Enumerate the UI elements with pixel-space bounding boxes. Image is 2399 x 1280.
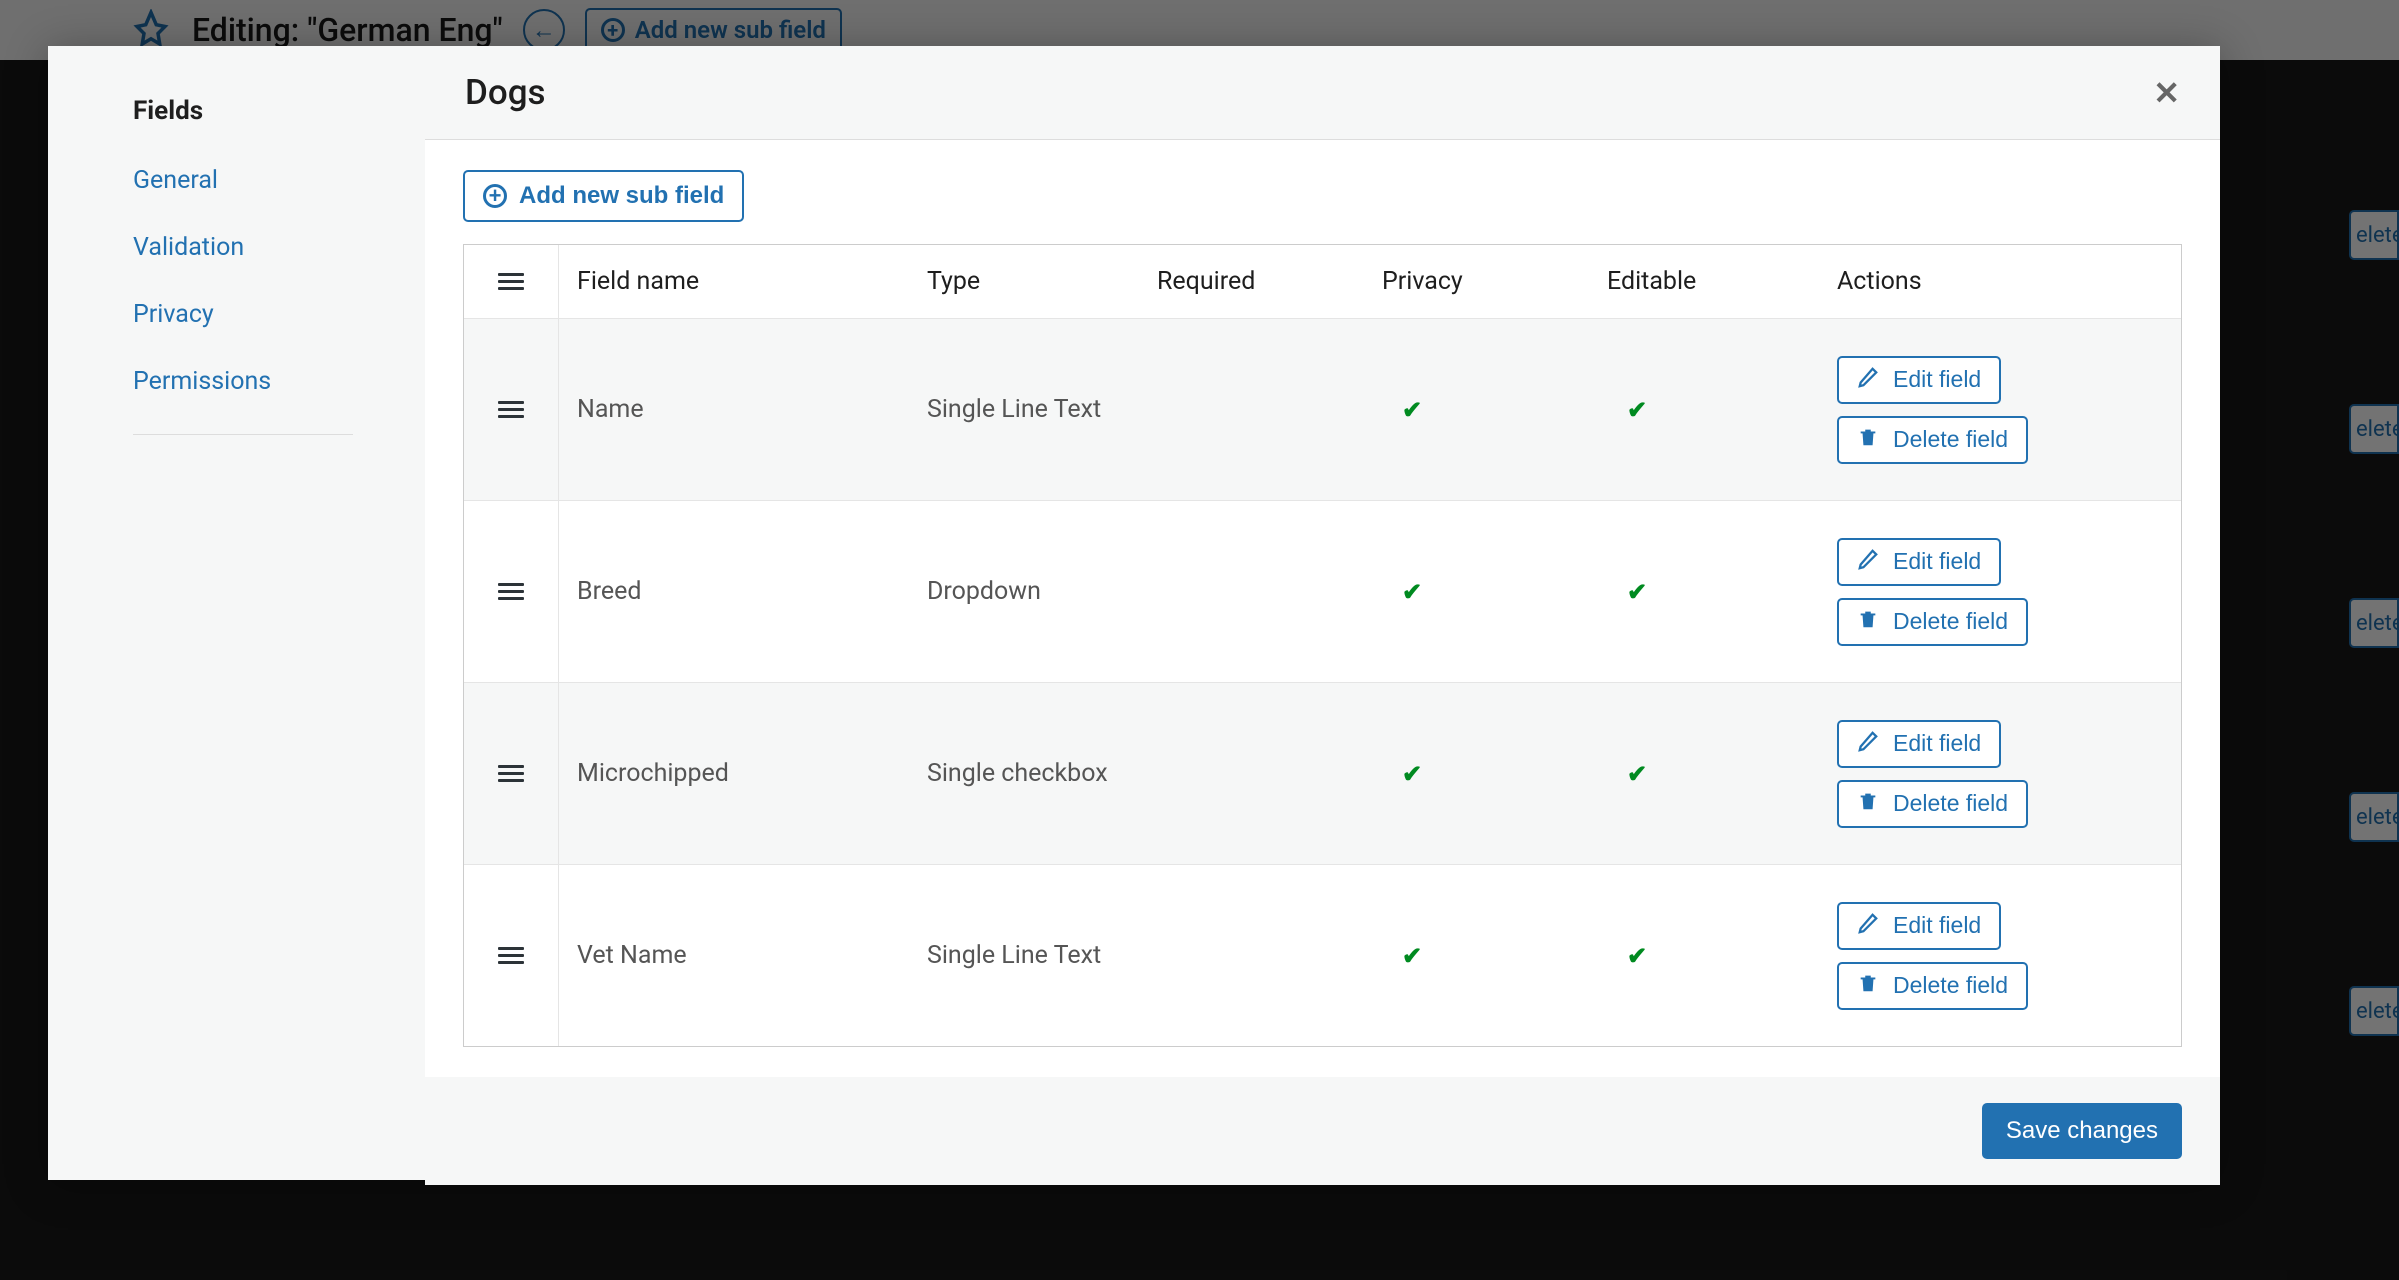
cell-required: [1139, 392, 1364, 428]
check-icon: ✔: [1627, 578, 1801, 606]
sidebar-link-general[interactable]: General: [133, 166, 218, 195]
cell-actions: Edit field Delete field: [1819, 702, 2181, 846]
cell-required: [1139, 938, 1364, 974]
sidebar-link-privacy[interactable]: Privacy: [133, 300, 214, 329]
header-type: Type: [909, 245, 1139, 318]
pencil-icon: [1857, 730, 1879, 758]
edit-field-label: Edit field: [1893, 548, 1981, 575]
cell-editable: ✔: [1589, 378, 1819, 442]
cell-editable: ✔: [1589, 560, 1819, 624]
pencil-icon: [1857, 548, 1879, 576]
cell-actions: Edit field Delete field: [1819, 338, 2181, 482]
cell-field-name: Breed: [559, 559, 909, 624]
header-drag-col: [464, 245, 559, 318]
edit-field-button[interactable]: Edit field: [1837, 356, 2001, 404]
check-icon: ✔: [1402, 942, 1571, 970]
sidebar: Fields General Validation Privacy Permis…: [48, 46, 425, 1180]
edit-field-label: Edit field: [1893, 912, 1981, 939]
cell-editable: ✔: [1589, 742, 1819, 806]
drag-handle[interactable]: [464, 683, 559, 864]
check-icon: ✔: [1627, 942, 1801, 970]
check-icon: ✔: [1402, 578, 1571, 606]
trash-icon: [1857, 608, 1879, 636]
sidebar-link-permissions[interactable]: Permissions: [133, 367, 271, 396]
cell-field-name: Name: [559, 377, 909, 442]
cell-editable: ✔: [1589, 924, 1819, 988]
cell-field-name: Vet Name: [559, 923, 909, 988]
modal-footer: Save changes: [425, 1077, 2220, 1185]
content-area: + Add new sub field Field name Type Requ…: [425, 140, 2220, 1077]
header-privacy: Privacy: [1364, 245, 1589, 318]
hamburger-icon: [498, 583, 524, 600]
modal-header: Dogs ✕: [425, 46, 2220, 140]
cell-privacy: ✔: [1364, 924, 1589, 988]
cell-type: Single Line Text: [909, 923, 1139, 988]
modal-title: Dogs: [465, 72, 546, 113]
close-icon: ✕: [2153, 75, 2180, 111]
main-panel: Dogs ✕ + Add new sub field Field name Ty…: [425, 46, 2220, 1180]
add-sub-field-label: Add new sub field: [519, 182, 724, 210]
delete-field-button[interactable]: Delete field: [1837, 962, 2028, 1010]
delete-field-button[interactable]: Delete field: [1837, 416, 2028, 464]
delete-field-label: Delete field: [1893, 426, 2008, 453]
drag-handle[interactable]: [464, 865, 559, 1046]
hamburger-icon: [498, 401, 524, 418]
add-sub-field-button[interactable]: + Add new sub field: [463, 170, 744, 222]
cell-actions: Edit field Delete field: [1819, 884, 2181, 1028]
table-row: Vet Name Single Line Text ✔ ✔ Edit field…: [464, 864, 2181, 1046]
cell-privacy: ✔: [1364, 378, 1589, 442]
hamburger-icon: [498, 947, 524, 964]
fields-table: Field name Type Required Privacy Editabl…: [463, 244, 2182, 1047]
delete-field-label: Delete field: [1893, 608, 2008, 635]
trash-icon: [1857, 790, 1879, 818]
drag-handle[interactable]: [464, 319, 559, 500]
drag-handle[interactable]: [464, 501, 559, 682]
hamburger-icon: [498, 765, 524, 782]
trash-icon: [1857, 426, 1879, 454]
sidebar-heading: Fields: [80, 96, 395, 126]
cell-privacy: ✔: [1364, 560, 1589, 624]
delete-field-label: Delete field: [1893, 790, 2008, 817]
table-row: Microchipped Single checkbox ✔ ✔ Edit fi…: [464, 682, 2181, 864]
plus-circle-icon: +: [483, 184, 507, 208]
edit-field-button[interactable]: Edit field: [1837, 902, 2001, 950]
save-changes-button[interactable]: Save changes: [1982, 1103, 2182, 1159]
pencil-icon: [1857, 912, 1879, 940]
table-row: Breed Dropdown ✔ ✔ Edit field Delete fie…: [464, 500, 2181, 682]
edit-field-button[interactable]: Edit field: [1837, 538, 2001, 586]
pencil-icon: [1857, 366, 1879, 394]
delete-field-label: Delete field: [1893, 972, 2008, 999]
cell-required: [1139, 756, 1364, 792]
check-icon: ✔: [1402, 396, 1571, 424]
trash-icon: [1857, 972, 1879, 1000]
table-header-row: Field name Type Required Privacy Editabl…: [464, 245, 2181, 318]
check-icon: ✔: [1627, 760, 1801, 788]
check-icon: ✔: [1627, 396, 1801, 424]
cell-actions: Edit field Delete field: [1819, 520, 2181, 664]
check-icon: ✔: [1402, 760, 1571, 788]
header-editable: Editable: [1589, 245, 1819, 318]
sidebar-divider: [133, 434, 353, 435]
cell-field-name: Microchipped: [559, 741, 909, 806]
edit-field-button[interactable]: Edit field: [1837, 720, 2001, 768]
close-button[interactable]: ✕: [2153, 74, 2180, 112]
header-field-name: Field name: [559, 245, 909, 318]
edit-field-label: Edit field: [1893, 366, 1981, 393]
hamburger-icon: [498, 273, 524, 290]
header-required: Required: [1139, 245, 1364, 318]
delete-field-button[interactable]: Delete field: [1837, 780, 2028, 828]
modal-dialog: Fields General Validation Privacy Permis…: [48, 46, 2220, 1180]
cell-type: Single Line Text: [909, 377, 1139, 442]
delete-field-button[interactable]: Delete field: [1837, 598, 2028, 646]
cell-privacy: ✔: [1364, 742, 1589, 806]
cell-type: Single checkbox: [909, 741, 1139, 806]
header-actions: Actions: [1819, 245, 2181, 318]
cell-required: [1139, 574, 1364, 610]
cell-type: Dropdown: [909, 559, 1139, 624]
sidebar-nav: General Validation Privacy Permissions: [80, 166, 395, 396]
sidebar-link-validation[interactable]: Validation: [133, 233, 244, 262]
edit-field-label: Edit field: [1893, 730, 1981, 757]
table-row: Name Single Line Text ✔ ✔ Edit field Del…: [464, 318, 2181, 500]
